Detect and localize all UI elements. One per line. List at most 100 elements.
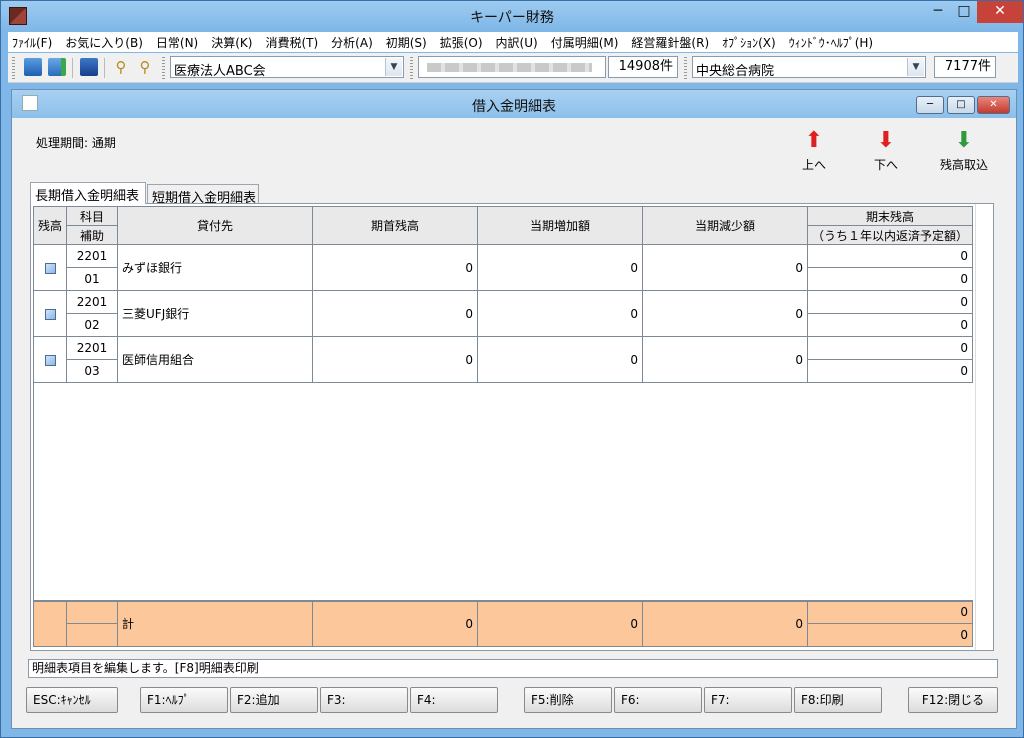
inner-close-button[interactable]: ✕ [977,96,1010,114]
sub-cell[interactable]: 03 [66,359,119,383]
vertical-scrollbar[interactable] [975,204,993,650]
move-up-label: 上へ [801,158,826,172]
toolbar-grip[interactable] [162,57,165,79]
menu-schedules[interactable]: 付属明細(M) [551,34,619,51]
toolbar-grip[interactable] [12,57,15,79]
sub-cell[interactable]: 01 [66,267,119,291]
menu-file[interactable]: ﾌｧｲﾙ(F) [12,34,52,51]
account-cell[interactable]: 2201 [66,244,119,268]
f5-delete-button[interactable]: F5:削除 [524,687,612,713]
menu-options[interactable]: ｵﾌﾟｼｮﾝ(X) [722,34,776,51]
closing-cell[interactable]: 0 [807,290,974,314]
f1-help-button[interactable]: F1:ﾍﾙﾌﾟ [140,687,228,713]
loan-grid: 残高 科目 貸付先 期首残高 当期増加額 当期減少額 期末残高 補助 （うち１年… [30,203,994,651]
chevron-down-icon[interactable]: ▼ [907,58,924,76]
lender-cell[interactable]: みずほ銀行 [117,244,314,291]
app-titlebar: キーパー財務 ─ □ ✕ [1,1,1023,31]
tab-short-term[interactable]: 短期借入金明細表 [147,184,259,206]
within-year-cell[interactable]: 0 [807,359,974,383]
chevron-down-icon[interactable]: ▼ [385,58,402,76]
account-cell[interactable]: 2201 [66,336,119,360]
status-message: 明細表項目を編集します。[F8]明細表印刷 [28,659,998,678]
tab-long-term[interactable]: 長期借入金明細表 [30,182,146,204]
menu-consumption-tax[interactable]: 消費税(T) [265,34,318,51]
f2-add-button[interactable]: F2:追加 [230,687,318,713]
increase-cell[interactable]: 0 [477,336,644,383]
header-closing-note: （うち１年以内返済予定額） [807,225,974,245]
sub-cell[interactable]: 02 [66,313,119,337]
toolbar-separator [104,58,105,78]
account-cell[interactable]: 2201 [66,290,119,314]
menu-closing[interactable]: 決算(K) [211,34,252,51]
record-count-2: 7177件 [934,56,996,78]
decrease-cell[interactable]: 0 [642,290,809,337]
zoom-in-icon[interactable]: ⚲ [112,58,130,76]
header-closing: 期末残高 [807,206,974,226]
display-icon[interactable] [80,58,98,76]
menu-initial[interactable]: 初期(S) [386,34,427,51]
lender-cell[interactable]: 医師信用組合 [117,336,314,383]
total-within-year: 0 [807,623,974,647]
app-window: キーパー財務 ─ □ ✕ ﾌｧｲﾙ(F) お気に入り(B) 日常(N) 決算(K… [0,0,1024,738]
facility-select[interactable]: 中央総合病院 ▼ [692,56,926,79]
lender-cell[interactable]: 三菱UFJ銀行 [117,290,314,337]
esc-cancel-button[interactable]: ESC:ｷｬﾝｾﾙ [26,687,118,713]
inner-maximize-button[interactable]: □ [947,96,975,114]
closing-cell[interactable]: 0 [807,244,974,268]
within-year-cell[interactable]: 0 [807,313,974,337]
total-blank-cell [66,623,119,647]
f3-button[interactable]: F3: [320,687,408,713]
import-balance-label: 残高取込 [939,158,988,172]
close-button[interactable]: ✕ [977,1,1023,23]
arrow-up-icon: ⬆ [804,128,824,153]
header-account: 科目 [66,206,119,226]
f7-button[interactable]: F7: [704,687,792,713]
f4-button[interactable]: F4: [410,687,498,713]
increase-cell[interactable]: 0 [477,244,644,291]
maximize-button[interactable]: □ [951,1,977,23]
move-down-button[interactable]: ⬇ 下へ [856,130,916,173]
menu-daily[interactable]: 日常(N) [156,34,198,51]
total-label: 計 [117,600,314,647]
menu-extension[interactable]: 拡張(O) [440,34,483,51]
import-balance-button[interactable]: ⬇ 残高取込 [928,130,1000,173]
corporation-select[interactable]: 医療法人ABC会 ▼ [170,56,404,79]
opening-cell[interactable]: 0 [312,290,479,337]
menu-breakdown[interactable]: 内訳(U) [496,34,538,51]
screen-icon[interactable] [24,58,42,76]
balance-checkbox[interactable] [32,290,68,337]
increase-cell[interactable]: 0 [477,290,644,337]
toolbar-grip[interactable] [684,57,687,79]
closing-cell[interactable]: 0 [807,336,974,360]
balance-checkbox[interactable] [32,336,68,383]
menu-window-help[interactable]: ｳｨﾝﾄﾞｳ･ﾍﾙﾌﾟ(H) [789,34,873,51]
minimize-button[interactable]: ─ [925,1,951,23]
zoom-out-icon[interactable]: ⚲ [136,58,154,76]
opening-cell[interactable]: 0 [312,336,479,383]
total-increase: 0 [477,600,644,647]
f6-button[interactable]: F6: [614,687,702,713]
decrease-cell[interactable]: 0 [642,244,809,291]
move-up-button[interactable]: ⬆ 上へ [784,130,844,173]
app-title: キーパー財務 [470,10,554,26]
f12-close-button[interactable]: F12:閉じる [908,687,998,713]
toolbar-grip[interactable] [410,57,413,79]
redacted-field[interactable] [418,56,606,78]
total-row: 計 0 0 0 0 [32,600,974,647]
menu-analysis[interactable]: 分析(A) [331,34,373,51]
processing-period: 処理期間: 通期 [36,136,116,150]
table-row[interactable]: 2201 医師信用組合 0 0 0 0 [32,336,974,383]
menu-favorites[interactable]: お気に入り(B) [65,34,143,51]
inner-titlebar: 借入金明細表 ─ □ ✕ [12,90,1016,118]
balance-checkbox[interactable] [32,244,68,291]
f8-print-button[interactable]: F8:印刷 [794,687,882,713]
menu-compass[interactable]: 経営羅針盤(R) [631,34,709,51]
table-row[interactable]: 2201 みずほ銀行 0 0 0 0 [32,244,974,291]
record-count-1: 14908件 [608,56,678,78]
export-icon[interactable] [48,58,66,76]
opening-cell[interactable]: 0 [312,244,479,291]
decrease-cell[interactable]: 0 [642,336,809,383]
within-year-cell[interactable]: 0 [807,267,974,291]
table-row[interactable]: 2201 三菱UFJ銀行 0 0 0 0 [32,290,974,337]
inner-minimize-button[interactable]: ─ [916,96,944,114]
